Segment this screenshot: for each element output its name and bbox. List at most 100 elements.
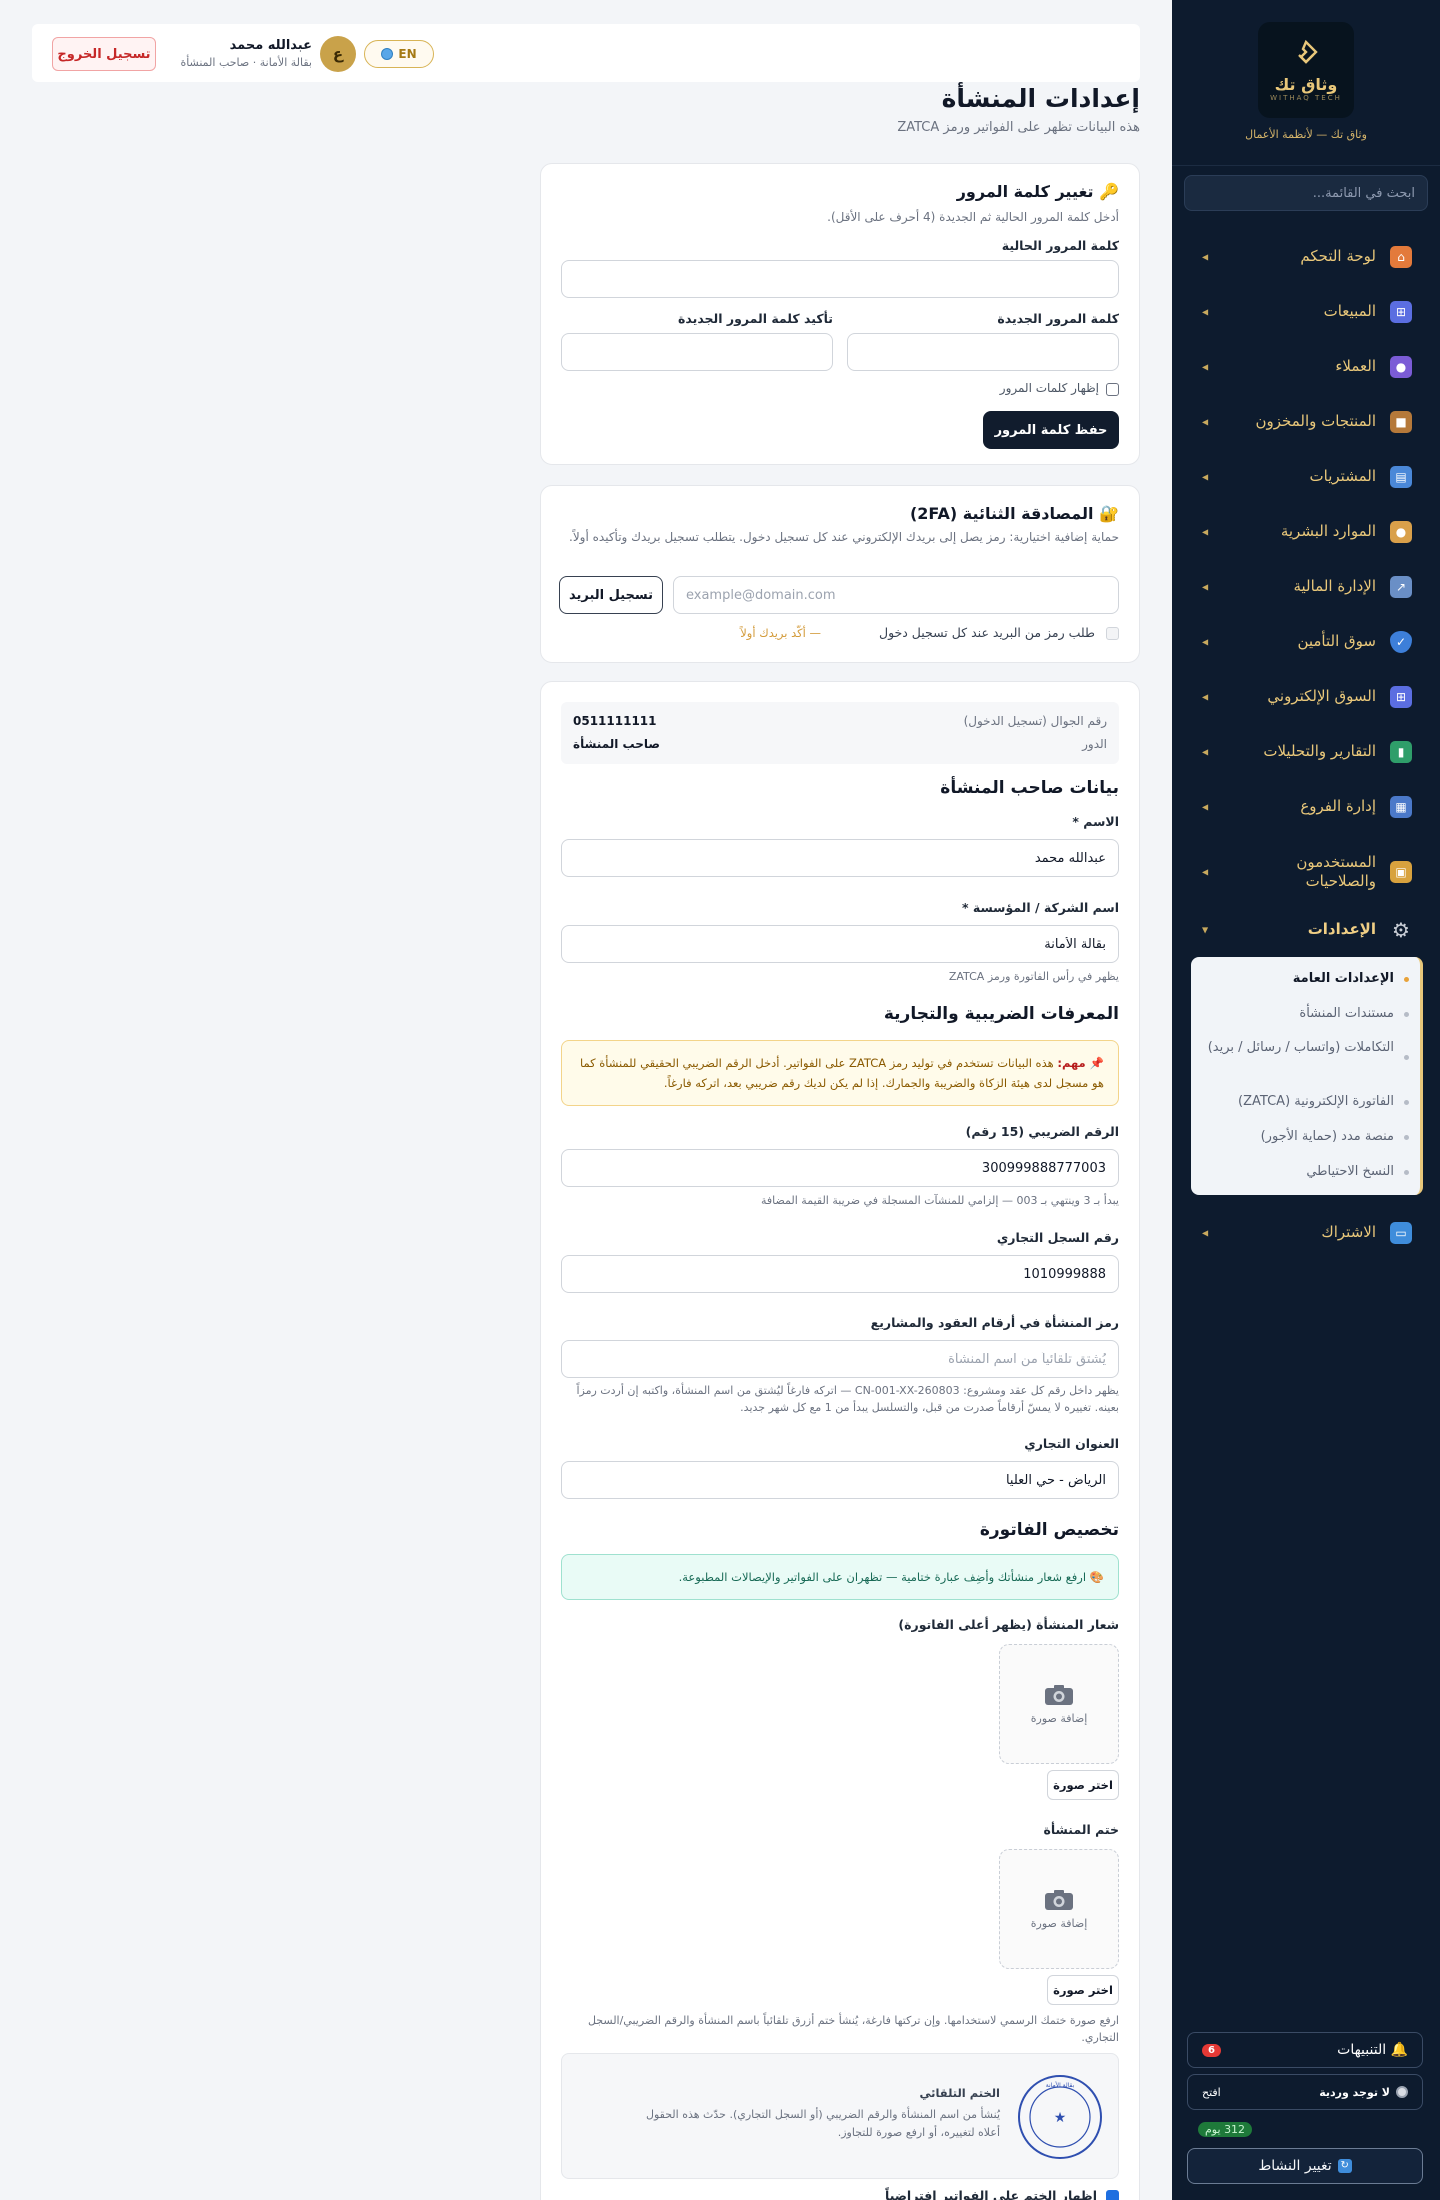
sidebar-item-products[interactable]: ■ المنتجات والمخزون ◀	[1172, 400, 1440, 444]
show-passwords-checkbox[interactable]	[1106, 383, 1119, 396]
sidebar-item-finance[interactable]: ↗ الإدارة المالية ◀	[1172, 565, 1440, 609]
owner-section-title: بيانات صاحب المنشأة	[940, 778, 1119, 798]
brand-sub: WITHAQ TECH	[1270, 93, 1342, 102]
caret-left-icon: ◀	[1202, 802, 1209, 812]
register-email-button[interactable]: تسجيل البريد	[559, 576, 663, 614]
require-code-note: — أكّد بريدك أولاً	[740, 626, 821, 640]
auto-seal-description: يُنشأ من اسم المنشأة والرقم الضريبي (أو …	[645, 2108, 1000, 2139]
change-activity-button[interactable]: ↻ تغيير النشاط	[1187, 2148, 1423, 2184]
require-code-checkbox[interactable]	[1106, 627, 1119, 640]
notifications-button[interactable]: 🔔 التنبيهات 6	[1187, 2032, 1423, 2068]
bar-chart-icon: ▮	[1390, 741, 1412, 763]
bullet-dot	[1404, 977, 1409, 982]
submenu-item-documents[interactable]: مستندات المنشأة	[1200, 1005, 1420, 1023]
account-info-strip: رقم الجوال (تسجيل الدخول) 0511111111 الد…	[561, 702, 1119, 764]
notifications-label: 🔔 التنبيهات	[1337, 2042, 1408, 2058]
address-input[interactable]	[561, 1461, 1119, 1499]
brand-logo[interactable]: وثاق تك WITHAQ TECH	[1258, 22, 1354, 118]
caret-left-icon: ◀	[1202, 527, 1209, 537]
vat-input[interactable]	[561, 1149, 1119, 1187]
page-subtitle: هذه البيانات تظهر على الفواتير ورمز ZATC…	[897, 120, 1140, 135]
choose-stamp-button[interactable]: اختر صورة	[1047, 1975, 1119, 2005]
sidebar-item-customers[interactable]: ● العملاء ◀	[1172, 345, 1440, 389]
sidebar-item-subscription[interactable]: ▭ الاشتراك ◀	[1172, 1211, 1440, 1255]
sidebar-item-hr[interactable]: ● الموارد البشرية ◀	[1172, 510, 1440, 554]
sidebar-item-sales[interactable]: ⊞ المبيعات ◀	[1172, 290, 1440, 334]
brand-tagline: وثاق تك — لأنظمة الأعمال	[1245, 128, 1367, 141]
caret-left-icon: ◀	[1202, 252, 1209, 262]
card-description: حماية إضافية اختيارية: رمز يصل إلى بريدك…	[569, 530, 1119, 544]
sidebar: وثاق تك WITHAQ TECH وثاق تك — لأنظمة الأ…	[1172, 0, 1440, 2200]
sidebar-item-label: السوق الإلكتروني	[1267, 687, 1376, 706]
globe-icon	[381, 48, 394, 60]
submenu-item-label: منصة مدد (حماية الأجور)	[1260, 1129, 1394, 1144]
bullet-dot	[1404, 1135, 1409, 1140]
change-activity-label: تغيير النشاط	[1258, 2158, 1332, 2174]
company-input[interactable]	[561, 925, 1119, 963]
language-label: EN	[398, 47, 417, 61]
sidebar-item-branches[interactable]: ▦ إدارة الفروع ◀	[1172, 785, 1440, 829]
notice-text: هذه البيانات تستخدم في توليد رمز ZATCA ع…	[579, 1056, 1104, 1091]
confirm-password-input[interactable]	[561, 333, 833, 371]
inbox-icon: ▤	[1390, 466, 1412, 488]
card-title: 🔐 المصادقة الثنائية (2FA)	[909, 504, 1119, 523]
top-bar: تسجيل الخروج عبدالله محمد بقالة الأمانة …	[32, 24, 1140, 82]
tax-section-title: المعرفات الضريبية والتجارية	[883, 1004, 1119, 1024]
submenu-item-zatca[interactable]: الفاتورة الإلكترونية (ZATCA)	[1200, 1093, 1420, 1111]
organization-settings-card: رقم الجوال (تسجيل الدخول) 0511111111 الد…	[540, 681, 1140, 2200]
caret-left-icon: ◀	[1202, 747, 1209, 757]
current-password-input[interactable]	[561, 260, 1119, 298]
vat-label: الرقم الضريبي (15 رقم)	[965, 1124, 1119, 1139]
show-stamp-checkbox[interactable]	[1106, 2190, 1119, 2200]
shift-status: لا توجد وردية	[1319, 2086, 1408, 2099]
name-input[interactable]	[561, 839, 1119, 877]
cart-icon: ⊞	[1390, 301, 1412, 323]
choose-logo-button[interactable]: اختر صورة	[1047, 1770, 1119, 1800]
avatar[interactable]: ع	[320, 36, 356, 72]
cr-input[interactable]	[561, 1255, 1119, 1293]
submenu-item-label: مستندات المنشأة	[1299, 1006, 1394, 1021]
email-input[interactable]	[673, 576, 1119, 614]
caret-left-icon: ◀	[1202, 307, 1209, 317]
new-password-input[interactable]	[847, 333, 1119, 371]
sidebar-item-label: سوق التأمين	[1297, 632, 1376, 651]
sidebar-item-label: الإدارة المالية	[1293, 577, 1376, 596]
person-icon: ●	[1390, 521, 1412, 543]
caret-left-icon: ◀	[1202, 472, 1209, 482]
stamp-upload-area[interactable]: إضافة صورة	[999, 1849, 1119, 1969]
submenu-item-mudad[interactable]: منصة مدد (حماية الأجور)	[1200, 1128, 1420, 1146]
bullet-dot	[1404, 1170, 1409, 1175]
show-passwords-label: إظهار كلمات المرور	[999, 381, 1099, 395]
sidebar-item-insurance[interactable]: ✓ سوق التأمين ◀	[1172, 620, 1440, 664]
language-toggle-button[interactable]: EN	[364, 40, 434, 68]
sidebar-item-reports[interactable]: ▮ التقارير والتحليلات ◀	[1172, 730, 1440, 774]
card-title: 🔑 تغيير كلمة المرور	[956, 182, 1119, 201]
cart-icon: ⊞	[1390, 686, 1412, 708]
save-password-button[interactable]: حفظ كلمة المرور	[983, 411, 1119, 449]
vat-hint: يبدأ بـ 3 وينتهي بـ 003 — إلزامي للمنشآت…	[761, 1194, 1119, 1207]
box-icon: ■	[1390, 411, 1412, 433]
open-shift-button[interactable]: افتح	[1202, 2086, 1221, 2099]
submenu-item-label: الفاتورة الإلكترونية (ZATCA)	[1238, 1094, 1394, 1109]
sidebar-item-marketplace[interactable]: ⊞ السوق الإلكتروني ◀	[1172, 675, 1440, 719]
sidebar-item-purchases[interactable]: ▤ المشتريات ◀	[1172, 455, 1440, 499]
sidebar-item-dashboard[interactable]: ⌂ لوحة التحكم ◀	[1172, 235, 1440, 279]
cr-label: رقم السجل التجاري	[996, 1230, 1119, 1245]
bullet-dot	[1404, 1055, 1409, 1060]
credit-card-icon: ▭	[1390, 1222, 1412, 1244]
logo-upload-area[interactable]: إضافة صورة	[999, 1644, 1119, 1764]
sidebar-item-label: المشتريات	[1309, 467, 1376, 486]
code-input[interactable]	[561, 1340, 1119, 1378]
subscription-days-badge: 312 يوم	[1198, 2122, 1253, 2137]
sidebar-item-settings[interactable]: ⚙ الإعدادات ▼	[1172, 908, 1440, 952]
sidebar-item-label: المبيعات	[1323, 302, 1376, 321]
logout-button[interactable]: تسجيل الخروج	[52, 37, 156, 71]
add-image-text: إضافة صورة	[1030, 1916, 1088, 1930]
sidebar-item-users[interactable]: ▣ المستخدمون والصلاحيات ◀	[1172, 847, 1440, 897]
submenu-item-integrations[interactable]: التكاملات (واتساب / رسائل / بريد)	[1200, 1039, 1420, 1060]
caret-left-icon: ◀	[1202, 692, 1209, 702]
submenu-item-backup[interactable]: النسخ الاحتياطي	[1200, 1163, 1420, 1181]
sidebar-search-input[interactable]	[1184, 175, 1428, 211]
caret-left-icon: ◀	[1202, 417, 1209, 427]
submenu-item-general[interactable]: الإعدادات العامة	[1200, 970, 1420, 988]
